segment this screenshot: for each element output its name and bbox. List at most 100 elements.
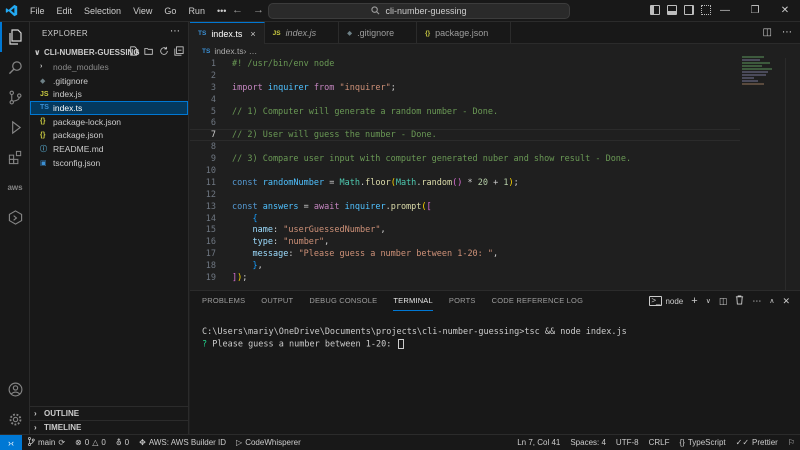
file-tree-item[interactable]: TS index.ts bbox=[30, 101, 188, 115]
code-line[interactable]: 12 bbox=[190, 189, 740, 201]
editor-tab[interactable]: ◆ .gitignore bbox=[339, 22, 418, 44]
code-line[interactable]: 15 name: "userGuessedNumber", bbox=[190, 224, 740, 236]
outline-section[interactable]: › OUTLINE bbox=[30, 406, 189, 420]
source-control-icon[interactable] bbox=[0, 82, 30, 112]
panel-tab-output[interactable]: OUTPUT bbox=[261, 291, 293, 311]
breadcrumb-file[interactable]: index.ts bbox=[214, 46, 243, 56]
code-line[interactable]: 8 bbox=[190, 141, 740, 153]
editor-scrollbar[interactable] bbox=[785, 58, 786, 290]
toggle-secondary-sidebar-icon[interactable] bbox=[684, 5, 694, 15]
tab-close-icon[interactable]: × bbox=[250, 29, 255, 39]
menu-more[interactable]: ••• bbox=[211, 0, 232, 22]
extensions-icon[interactable] bbox=[0, 142, 30, 172]
prettier-status[interactable]: ✓✓ Prettier bbox=[731, 438, 783, 447]
panel-more-icon[interactable]: ⋯ bbox=[752, 296, 761, 307]
new-terminal-icon[interactable]: + bbox=[691, 295, 697, 307]
aws-status[interactable]: ✥ AWS: AWS Builder ID bbox=[134, 438, 231, 447]
close-panel-icon[interactable]: ✕ bbox=[782, 296, 790, 307]
split-editor-icon[interactable]: ◫ bbox=[763, 27, 772, 38]
code-line[interactable]: 6 bbox=[190, 117, 740, 129]
manage-gear-icon[interactable] bbox=[0, 404, 30, 434]
editor-tab[interactable]: JS index.js bbox=[265, 22, 340, 44]
new-file-icon[interactable] bbox=[129, 46, 139, 58]
editor-more-icon[interactable]: ⋯ bbox=[782, 27, 792, 38]
menu-go[interactable]: Go bbox=[158, 0, 182, 22]
forward-arrow-icon[interactable]: → bbox=[253, 4, 264, 16]
ports-status[interactable]: ⛢ 0 bbox=[111, 438, 134, 447]
panel-tab-code-reference-log[interactable]: CODE REFERENCE LOG bbox=[492, 291, 584, 311]
timeline-section[interactable]: › TIMELINE bbox=[30, 420, 189, 434]
file-tree-item[interactable]: › node_modules bbox=[30, 60, 188, 74]
file-tree-item[interactable]: {} package.json bbox=[30, 128, 188, 142]
branch-status[interactable]: main ⟳ bbox=[22, 437, 70, 448]
command-center-search[interactable]: cli-number-guessing bbox=[268, 3, 570, 19]
code-line[interactable]: 9 // 3) Compare user input with computer … bbox=[190, 153, 740, 165]
menu-edit[interactable]: Edit bbox=[51, 0, 79, 22]
file-tree-item[interactable]: ⓘ README.md bbox=[30, 142, 188, 156]
remote-indicator-icon[interactable]: ›‹ bbox=[0, 434, 22, 450]
panel-tab-terminal[interactable]: TERMINAL bbox=[393, 291, 433, 311]
terminal-instance[interactable]: >_ node bbox=[649, 296, 683, 306]
code-line[interactable]: 1 #! /usr/bin/env node bbox=[190, 58, 740, 70]
code-line[interactable]: 3 import inquirer from "inquirer"; bbox=[190, 82, 740, 94]
toggle-panel-icon[interactable] bbox=[667, 5, 677, 15]
workspace-folder-header[interactable]: ∨ CLI-NUMBER-GUESSING bbox=[30, 44, 188, 60]
minimap[interactable] bbox=[742, 56, 772, 96]
account-icon[interactable] bbox=[0, 374, 30, 404]
editor-tab[interactable]: TS index.ts × bbox=[190, 22, 265, 44]
code-line[interactable]: 13 const answers = await inquirer.prompt(… bbox=[190, 201, 740, 213]
kill-terminal-icon[interactable] bbox=[735, 295, 744, 307]
refresh-icon[interactable] bbox=[159, 46, 169, 58]
back-arrow-icon[interactable]: ← bbox=[232, 4, 243, 16]
code-line[interactable]: 10 bbox=[190, 165, 740, 177]
maximize-icon[interactable]: ❐ bbox=[740, 0, 770, 22]
toggle-primary-sidebar-icon[interactable] bbox=[650, 5, 660, 15]
menu-run[interactable]: Run bbox=[182, 0, 211, 22]
file-tree-item[interactable]: ▣ tsconfig.json bbox=[30, 156, 188, 170]
code-line[interactable]: 16 type: "number", bbox=[190, 236, 740, 248]
sync-icon[interactable]: ⟳ bbox=[58, 438, 65, 447]
code-line[interactable]: 2 bbox=[190, 70, 740, 82]
file-tree-item[interactable]: JS index.js bbox=[30, 87, 188, 101]
collapse-all-icon[interactable] bbox=[174, 46, 184, 58]
search-icon[interactable] bbox=[0, 52, 30, 82]
chevron-down-icon[interactable]: ∨ bbox=[706, 297, 711, 305]
menu-selection[interactable]: Selection bbox=[78, 0, 127, 22]
file-tree-item[interactable]: ◆ .gitignore bbox=[30, 74, 188, 88]
menu-file[interactable]: File bbox=[24, 0, 51, 22]
panel-tab-debug-console[interactable]: DEBUG CONSOLE bbox=[309, 291, 377, 311]
panel-tab-ports[interactable]: PORTS bbox=[449, 291, 476, 311]
new-folder-icon[interactable] bbox=[144, 46, 154, 58]
notifications-bell-icon[interactable]: ⚐ bbox=[783, 438, 800, 447]
explorer-icon[interactable] bbox=[0, 22, 30, 52]
code-editor[interactable]: 1 #! /usr/bin/env node 2 3 import inquirer f… bbox=[190, 58, 740, 284]
problems-status[interactable]: ⊗ 0 △ 0 bbox=[70, 438, 111, 447]
maximize-panel-icon[interactable]: ∧ bbox=[769, 297, 774, 305]
menu-view[interactable]: View bbox=[127, 0, 158, 22]
code-line[interactable]: 4 bbox=[190, 94, 740, 106]
close-icon[interactable]: ✕ bbox=[770, 0, 800, 22]
code-line[interactable]: 11 const randomNumber = Math.floor(Math.r… bbox=[190, 177, 740, 189]
remote-explorer-icon[interactable] bbox=[0, 202, 30, 232]
split-terminal-icon[interactable]: ◫ bbox=[719, 296, 728, 307]
explorer-more-icon[interactable]: ⋯ bbox=[170, 26, 180, 37]
language-mode[interactable]: {} TypeScript bbox=[674, 438, 730, 447]
code-line[interactable]: 14 { bbox=[190, 213, 740, 225]
code-line[interactable]: 17 message: "Please guess a number betwe… bbox=[190, 248, 740, 260]
encoding[interactable]: UTF-8 bbox=[611, 438, 644, 447]
minimize-icon[interactable]: — bbox=[710, 0, 740, 22]
terminal[interactable]: C:\Users\mariy\OneDrive\Documents\projec… bbox=[202, 327, 627, 351]
aws-icon[interactable]: aws bbox=[0, 172, 30, 202]
run-debug-icon[interactable] bbox=[0, 112, 30, 142]
editor-tab[interactable]: {} package.json bbox=[417, 22, 512, 44]
line-ending[interactable]: CRLF bbox=[644, 438, 675, 447]
code-line[interactable]: 5 // 1) Computer will generate a random n… bbox=[190, 106, 740, 118]
file-tree-item[interactable]: {} package-lock.json bbox=[30, 115, 188, 129]
code-line[interactable]: 18 }, bbox=[190, 260, 740, 272]
code-line[interactable]: 19]); bbox=[190, 272, 740, 284]
indentation[interactable]: Spaces: 4 bbox=[565, 438, 611, 447]
panel-tab-problems[interactable]: PROBLEMS bbox=[202, 291, 245, 311]
code-line[interactable]: 7 // 2) User will guess the number - Done… bbox=[190, 129, 740, 141]
codewhisperer-status[interactable]: ▷ CodeWhisperer bbox=[231, 438, 306, 447]
cursor-position[interactable]: Ln 7, Col 41 bbox=[512, 438, 565, 447]
